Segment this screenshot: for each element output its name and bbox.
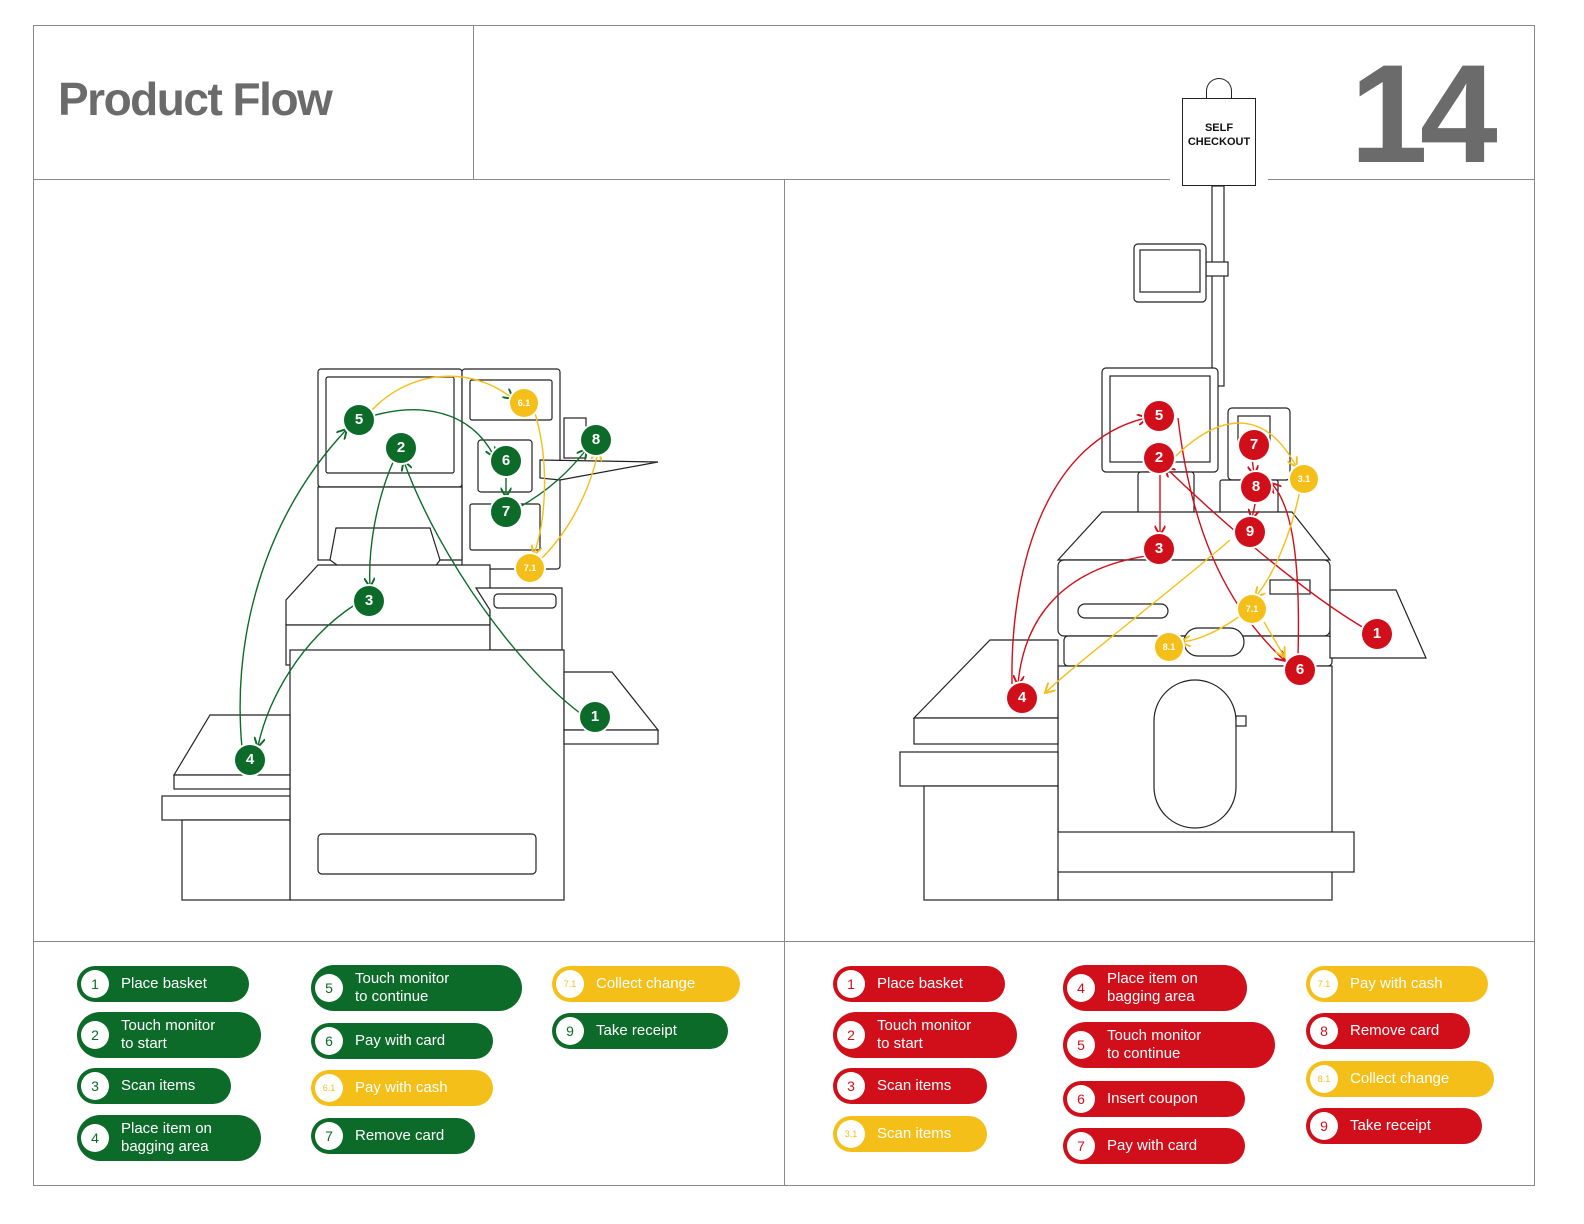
legend-text: Take receipt xyxy=(596,1022,677,1039)
right-legend-item-9: 9 Take receipt xyxy=(1306,1108,1482,1144)
left-marker-8: 8 xyxy=(581,425,611,455)
legend-text: Pay with card xyxy=(1107,1137,1198,1154)
left-marker-7-1: 7.1 xyxy=(516,554,544,582)
legend-text: Collect change xyxy=(596,975,696,992)
right-marker-1: 1 xyxy=(1362,619,1392,649)
legend-number: 8 xyxy=(1310,1017,1338,1045)
legend-text: Place basket xyxy=(877,975,963,992)
self-checkout-sign: SELF CHECKOUT xyxy=(1182,98,1256,186)
legend-number: 6 xyxy=(315,1027,343,1055)
legend-number: 3.1 xyxy=(837,1120,865,1148)
legend-text: Scan items xyxy=(121,1077,196,1094)
left-legend-item-6-1: 6.1 Pay with cash xyxy=(311,1070,493,1106)
legend-number: 2 xyxy=(837,1021,865,1049)
right-legend-item-7: 7 Pay with card xyxy=(1063,1128,1245,1164)
right-marker-4: 4 xyxy=(1007,683,1037,713)
right-marker-8-1: 8.1 xyxy=(1155,633,1183,661)
left-legend-item-4: 4 Place item on bagging area xyxy=(77,1115,261,1161)
right-legend-item-3: 3 Scan items xyxy=(833,1068,987,1104)
legend-text: Pay with cash xyxy=(1350,975,1443,992)
right-marker-7: 7 xyxy=(1239,430,1269,460)
left-legend-item-1: 1 Place basket xyxy=(77,966,249,1002)
legend-number: 9 xyxy=(556,1017,584,1045)
left-marker-6: 6 xyxy=(491,446,521,476)
right-marker-6: 6 xyxy=(1285,655,1315,685)
right-marker-2: 2 xyxy=(1144,443,1174,473)
left-legend-item-7: 7 Remove card xyxy=(311,1118,475,1154)
legend-number: 3 xyxy=(837,1072,865,1100)
right-marker-5: 5 xyxy=(1144,401,1174,431)
right-legend-item-1: 1 Place basket xyxy=(833,966,1005,1002)
left-legend-item-9: 9 Take receipt xyxy=(552,1013,728,1049)
legend-text: Touch monitor to continue xyxy=(1107,1027,1202,1062)
right-legend-item-8: 8 Remove card xyxy=(1306,1013,1470,1049)
legend-number: 6.1 xyxy=(315,1074,343,1102)
legend-text: Scan items xyxy=(877,1125,952,1142)
right-legend-item-6: 6 Insert coupon xyxy=(1063,1081,1245,1117)
legend-number: 7.1 xyxy=(1310,970,1338,998)
legend-text: Touch monitor to start xyxy=(121,1017,216,1052)
legend-text: Take receipt xyxy=(1350,1117,1431,1134)
legend-text: Remove card xyxy=(1350,1022,1440,1039)
legend-number: 7 xyxy=(315,1122,343,1150)
legend-text: Collect change xyxy=(1350,1070,1450,1087)
legend-number: 4 xyxy=(1067,974,1095,1002)
right-marker-7-1: 7.1 xyxy=(1238,595,1266,623)
left-marker-2: 2 xyxy=(386,433,416,463)
legend-number: 9 xyxy=(1310,1112,1338,1140)
left-marker-7: 7 xyxy=(491,497,521,527)
legend-number: 5 xyxy=(315,974,343,1002)
legend-text: Place item on bagging area xyxy=(1107,970,1198,1005)
left-marker-5: 5 xyxy=(344,405,374,435)
legend-number: 3 xyxy=(81,1072,109,1100)
legend-text: Remove card xyxy=(355,1127,445,1144)
left-marker-4: 4 xyxy=(235,745,265,775)
left-legend-item-7-1: 7.1 Collect change xyxy=(552,966,740,1002)
right-legend-item-2: 2 Touch monitor to start xyxy=(833,1012,1017,1058)
left-legend-item-2: 2 Touch monitor to start xyxy=(77,1012,261,1058)
sign-lamp xyxy=(1206,78,1232,98)
left-legend-item-5: 5 Touch monitor to continue xyxy=(311,965,522,1011)
legend-number: 4 xyxy=(81,1124,109,1152)
left-marker-1: 1 xyxy=(580,702,610,732)
right-legend-item-8-1: 8.1 Collect change xyxy=(1306,1061,1494,1097)
legend-text: Pay with cash xyxy=(355,1079,448,1096)
legend-text: Insert coupon xyxy=(1107,1090,1198,1107)
legend-number: 1 xyxy=(81,970,109,998)
right-marker-3-1: 3.1 xyxy=(1290,465,1318,493)
legend-number: 6 xyxy=(1067,1085,1095,1113)
right-legend-item-4: 4 Place item on bagging area xyxy=(1063,965,1247,1011)
legend-text: Scan items xyxy=(877,1077,952,1094)
legend-number: 2 xyxy=(81,1021,109,1049)
legend-number: 7 xyxy=(1067,1132,1095,1160)
right-marker-3: 3 xyxy=(1144,534,1174,564)
legend-number: 1 xyxy=(837,970,865,998)
legend-number: 5 xyxy=(1067,1031,1095,1059)
legend-text: Touch monitor to continue xyxy=(355,970,450,1005)
legend-number: 7.1 xyxy=(556,970,584,998)
right-legend-item-5: 5 Touch monitor to continue xyxy=(1063,1022,1275,1068)
right-marker-8: 8 xyxy=(1241,472,1271,502)
left-marker-6-1: 6.1 xyxy=(510,389,538,417)
right-legend-item-3-1: 3.1 Scan items xyxy=(833,1116,987,1152)
legend-number: 8.1 xyxy=(1310,1065,1338,1093)
right-marker-9: 9 xyxy=(1235,517,1265,547)
right-legend-item-7-1: 7.1 Pay with cash xyxy=(1306,966,1488,1002)
left-marker-3: 3 xyxy=(354,586,384,616)
sign-line-2: CHECKOUT xyxy=(1187,136,1251,148)
left-legend-item-6: 6 Pay with card xyxy=(311,1023,493,1059)
legend-text: Pay with card xyxy=(355,1032,446,1049)
legend-text: Touch monitor to start xyxy=(877,1017,972,1052)
sign-line-1: SELF xyxy=(1204,122,1234,134)
left-legend-item-3: 3 Scan items xyxy=(77,1068,231,1104)
legend-text: Place basket xyxy=(121,975,207,992)
legend-text: Place item on bagging area xyxy=(121,1120,212,1155)
